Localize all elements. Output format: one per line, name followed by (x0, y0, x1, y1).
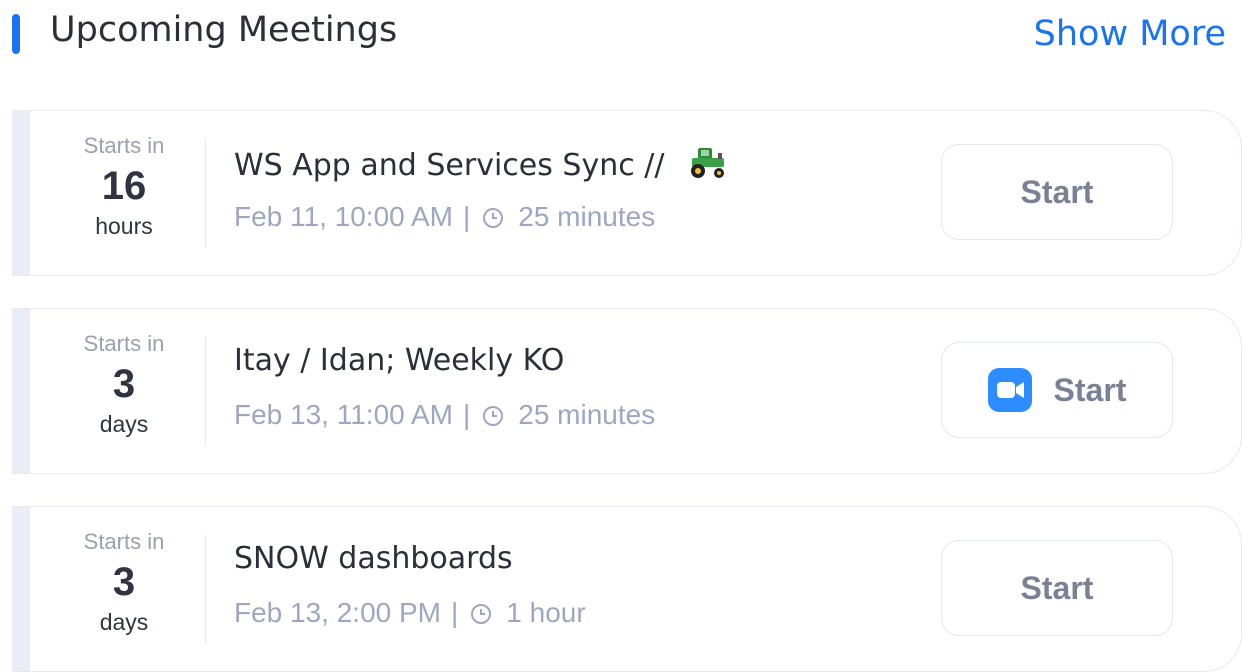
meta-separator: | (462, 201, 471, 232)
meeting-duration: 25 minutes (518, 201, 656, 232)
clock-icon (483, 208, 504, 228)
zoom-icon (987, 368, 1032, 412)
meeting-duration: 1 hour (506, 597, 586, 628)
starts-in-label: Starts in (83, 529, 165, 554)
starts-in-unit: days (99, 609, 149, 635)
divider (205, 337, 206, 445)
meta-separator: | (451, 597, 459, 628)
divider (205, 535, 206, 643)
section-title: Upcoming Meetings (50, 10, 398, 50)
meeting-meta: Feb 11, 10:00 AM | 25 minutes (234, 201, 655, 233)
countdown: Starts in 3 days (60, 331, 188, 438)
start-button-label: Start (1020, 569, 1094, 606)
meeting-date: Feb 13, 2:00 PM (234, 597, 442, 628)
meeting-title-text: WS App and Services Sync // (234, 148, 665, 183)
start-button-label: Start (1020, 173, 1094, 210)
card-edge (12, 507, 30, 671)
starts-in-value: 3 (112, 362, 136, 406)
meeting-meta: Feb 13, 2:00 PM | 1 hour (234, 597, 586, 629)
card-edge (12, 309, 30, 473)
start-button-label: Start (1053, 371, 1127, 408)
starts-in-value: 3 (112, 560, 136, 604)
meeting-card: Starts in 16 hours WS App and Services S… (12, 110, 1242, 276)
tractor-icon (691, 148, 725, 178)
starts-in-value: 16 (101, 164, 147, 208)
clock-icon (483, 406, 504, 426)
starts-in-label: Starts in (83, 331, 165, 356)
show-more-link[interactable]: Show More (1034, 14, 1226, 54)
meeting-date: Feb 13, 11:00 AM (234, 399, 453, 430)
meeting-title: Itay / Idan; Weekly KO (234, 343, 565, 378)
countdown: Starts in 3 days (60, 529, 188, 636)
countdown: Starts in 16 hours (60, 133, 188, 240)
divider (205, 139, 206, 247)
meeting-card: Starts in 3 days SNOW dashboards Feb 13,… (12, 506, 1242, 672)
meeting-date: Feb 11, 10:00 AM (234, 201, 453, 232)
start-button[interactable]: Start (941, 144, 1173, 240)
clock-icon (471, 604, 492, 624)
start-button[interactable]: Start (941, 342, 1173, 438)
meeting-title: WS App and Services Sync // (234, 145, 728, 183)
starts-in-label: Starts in (83, 133, 165, 158)
meeting-meta: Feb 13, 11:00 AM | 25 minutes (234, 399, 655, 431)
section-header: Upcoming Meetings Show More (0, 0, 1242, 80)
meeting-duration: 25 minutes (518, 399, 656, 430)
meeting-card: Starts in 3 days Itay / Idan; Weekly KO … (12, 308, 1242, 474)
start-button[interactable]: Start (941, 540, 1173, 636)
accent-bar (12, 14, 20, 54)
starts-in-unit: hours (95, 213, 153, 239)
meeting-title: SNOW dashboards (234, 541, 513, 576)
starts-in-unit: days (99, 411, 149, 437)
card-edge (12, 111, 30, 275)
meta-separator: | (462, 399, 471, 430)
